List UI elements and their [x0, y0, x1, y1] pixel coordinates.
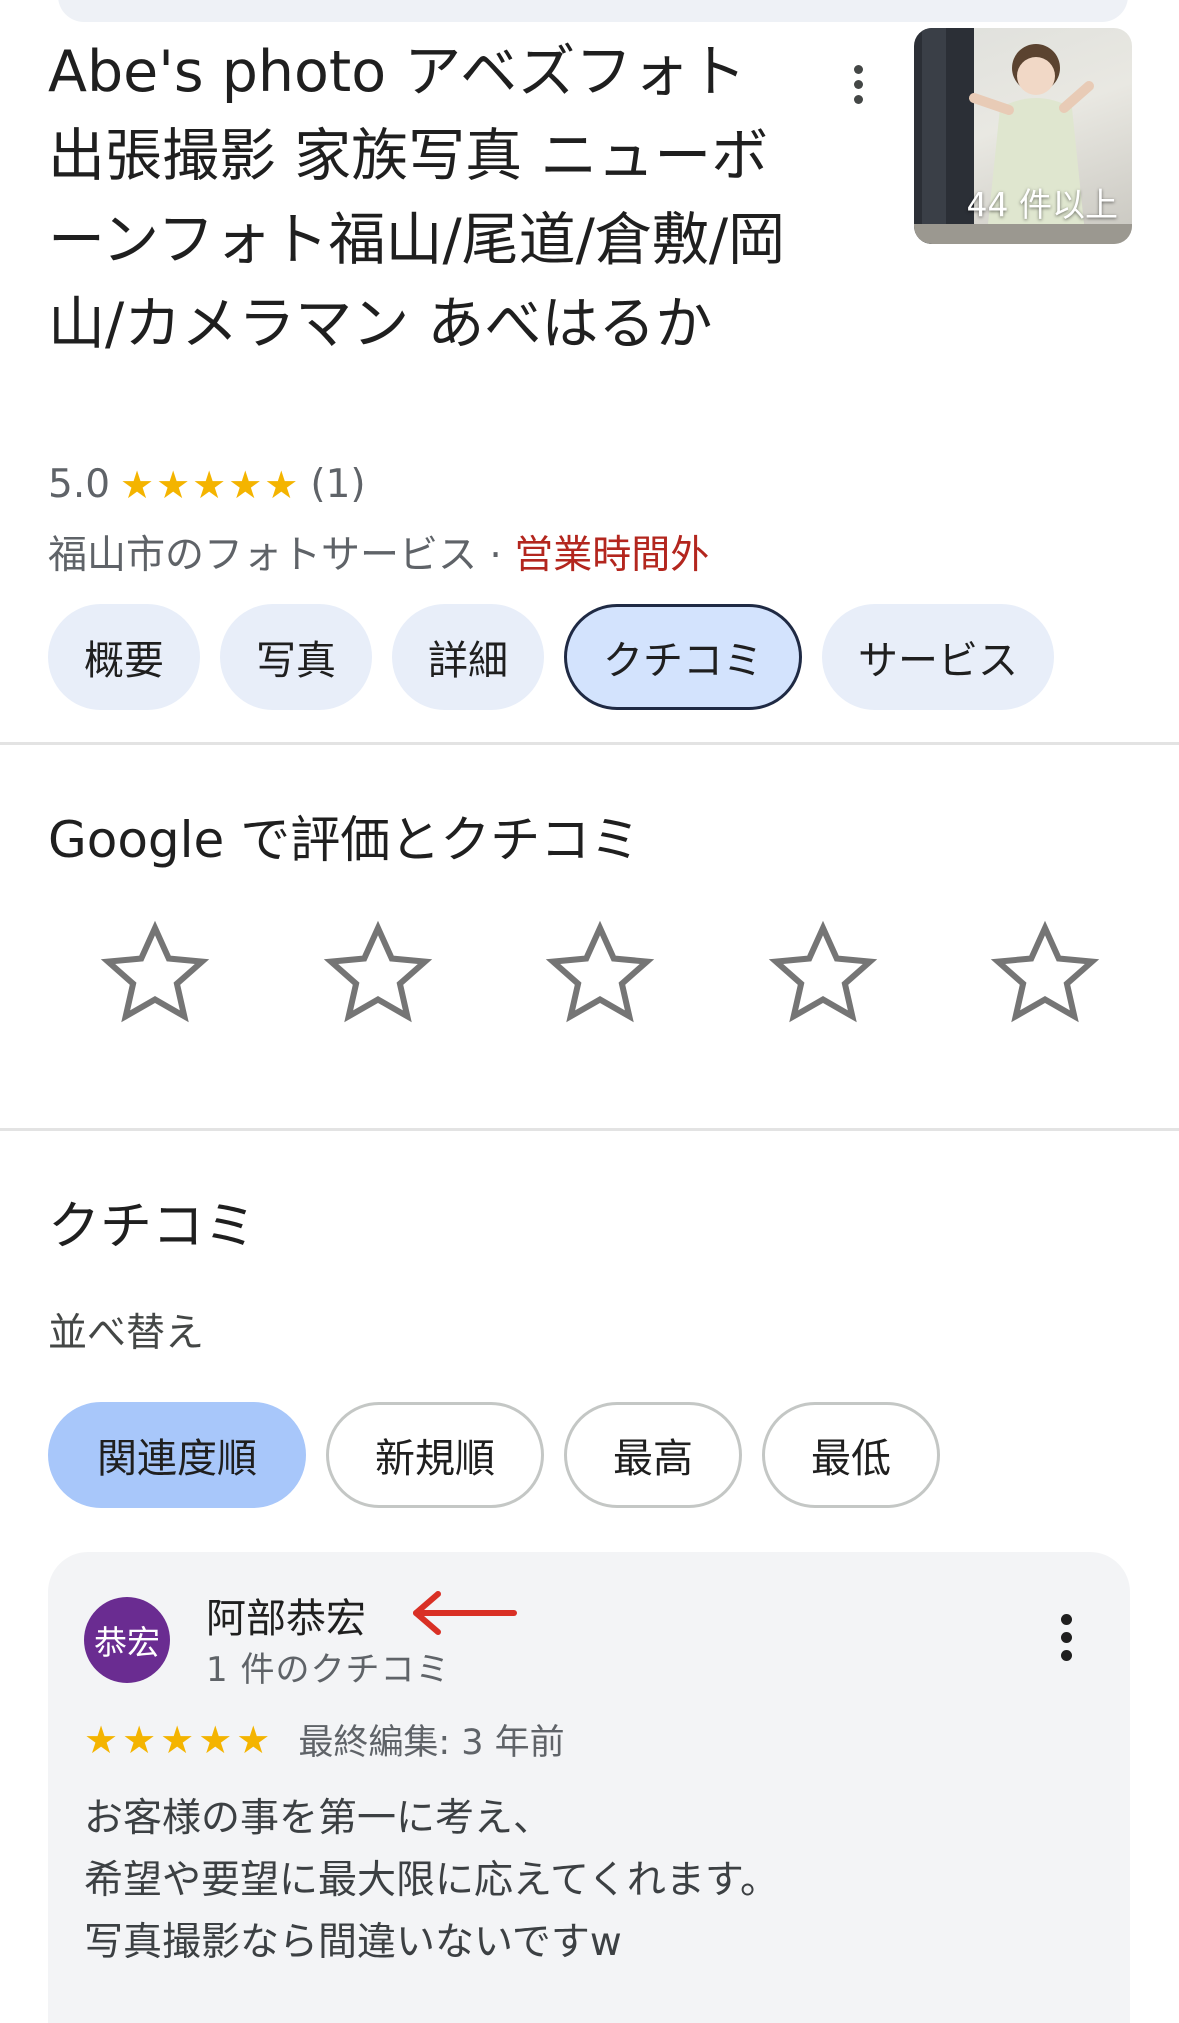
star-outline-icon[interactable]: [318, 915, 438, 1035]
review-text: お客様の事を第一に考え、 希望や要望に最大限に応えてくれます。 写真撮影なら間違…: [84, 1788, 779, 1974]
tab-photos[interactable]: 写真: [220, 604, 372, 710]
review-stars: ★★★★★: [84, 1717, 275, 1762]
reviews-section-title: クチコミ: [48, 1197, 257, 1257]
review-line: お客様の事を第一に考え、: [84, 1796, 553, 1841]
separator: ·: [489, 533, 502, 578]
tab-reviews[interactable]: クチコミ: [564, 604, 802, 710]
open-status[interactable]: 営業時間外: [514, 533, 709, 578]
sort-highest[interactable]: 最高: [564, 1402, 742, 1508]
tab-bar: 概要 写真 詳細 クチコミ サービス: [48, 604, 1054, 710]
rate-stars: [95, 915, 1105, 1035]
review-count[interactable]: (1): [310, 462, 365, 507]
tab-services[interactable]: サービス: [822, 604, 1054, 710]
rating-value: 5.0: [48, 462, 111, 507]
category-status: 福山市のフォトサービス · 営業時間外: [48, 524, 709, 580]
sort-relevance[interactable]: 関連度順: [48, 1402, 306, 1508]
review-rating-row: ★★★★★ 最終編集: 3 年前: [84, 1714, 565, 1765]
more-options-icon[interactable]: [840, 54, 876, 114]
star-outline-icon[interactable]: [763, 915, 883, 1035]
category: 福山市のフォトサービス: [48, 533, 478, 578]
arrow-left-icon: [413, 1591, 517, 1635]
reviewer-review-count: 1 件のクチコミ: [206, 1650, 451, 1690]
review-card: 恭宏 阿部恭宏 1 件のクチコミ ★★★★★ 最終編集: 3 年前 お客様の事を…: [48, 1552, 1130, 2023]
more-options-icon[interactable]: [1048, 1602, 1084, 1672]
photo-count: 44 件以上: [966, 185, 1118, 224]
search-bar-edge: [58, 0, 1128, 22]
rating-summary: 5.0 ★★★★★ (1): [48, 462, 366, 507]
divider: [0, 1128, 1179, 1131]
sort-label: 並べ替え: [48, 1311, 205, 1356]
reviewer-name[interactable]: 阿部恭宏: [206, 1586, 366, 1644]
review-date: 最終編集: 3 年前: [298, 1723, 565, 1763]
review-line: 希望や要望に最大限に応えてくれます。: [84, 1858, 779, 1903]
rating-stars: ★★★★★: [120, 462, 301, 507]
rate-section-title: Google で評価とクチコミ: [48, 811, 641, 869]
sort-lowest[interactable]: 最低: [762, 1402, 940, 1508]
star-outline-icon[interactable]: [95, 915, 215, 1035]
tab-overview[interactable]: 概要: [48, 604, 200, 710]
star-outline-icon[interactable]: [985, 915, 1105, 1035]
photo-thumbnail[interactable]: 44 件以上: [914, 28, 1132, 244]
sort-newest[interactable]: 新規順: [326, 1402, 544, 1508]
tab-details[interactable]: 詳細: [392, 604, 544, 710]
sort-options: 関連度順 新規順 最高 最低: [48, 1402, 940, 1508]
review-line: 写真撮影なら間違いないですw: [84, 1920, 622, 1965]
star-outline-icon[interactable]: [540, 915, 660, 1035]
avatar[interactable]: 恭宏: [84, 1597, 170, 1683]
place-title: Abe's photo アベズフォト 出張撮影 家族写真 ニューボーンフォト福山…: [48, 39, 786, 357]
divider: [0, 742, 1179, 745]
